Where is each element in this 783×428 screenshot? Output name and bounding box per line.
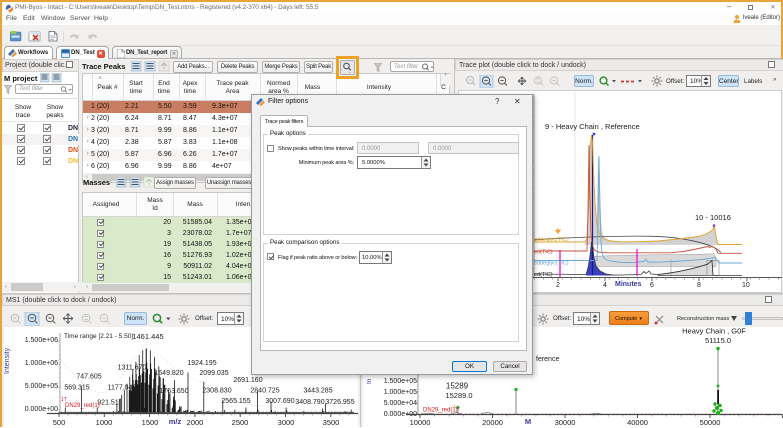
svg-text:3000: 3000 bbox=[278, 418, 295, 427]
svg-text:15289.0: 15289.0 bbox=[445, 391, 472, 400]
svg-text:ed(TIC): ed(TIC) bbox=[534, 250, 553, 256]
svg-text:51115.0: 51115.0 bbox=[705, 336, 731, 345]
svg-text:1T: 1T bbox=[61, 397, 67, 403]
svg-text:1177.045: 1177.045 bbox=[108, 385, 137, 392]
svg-text:8: 8 bbox=[697, 282, 701, 289]
svg-text:10 - 10016: 10 - 10016 bbox=[695, 213, 731, 222]
svg-text:eddeglyc(TIC): eddeglyc(TIC) bbox=[534, 261, 569, 267]
svg-text:50000: 50000 bbox=[700, 418, 721, 427]
svg-text:2: 2 bbox=[556, 282, 560, 289]
svg-text:6: 6 bbox=[650, 282, 654, 289]
svg-text:ed(TIC): ed(TIC) bbox=[534, 272, 553, 278]
svg-text:Minutes: Minutes bbox=[615, 281, 642, 288]
svg-text:3726.955: 3726.955 bbox=[325, 399, 354, 406]
svg-text:40000: 40000 bbox=[627, 418, 648, 427]
svg-text:9 - Heavy Chain , Reference: 9 - Heavy Chain , Reference bbox=[545, 122, 640, 131]
svg-text:10: 10 bbox=[742, 282, 750, 289]
svg-text:1461.445: 1461.445 bbox=[132, 332, 163, 341]
svg-text:2308.830: 2308.830 bbox=[202, 388, 231, 395]
svg-text:DN29_red(1): DN29_red(1) bbox=[423, 408, 458, 414]
svg-text:10000: 10000 bbox=[410, 418, 431, 427]
svg-text:20000: 20000 bbox=[482, 418, 503, 427]
svg-text:2840.725: 2840.725 bbox=[250, 388, 279, 395]
svg-text:m/z: m/z bbox=[169, 417, 182, 426]
svg-text:1763.650: 1763.650 bbox=[159, 388, 188, 395]
svg-text:1924.195: 1924.195 bbox=[187, 360, 216, 367]
svg-text:15289: 15289 bbox=[446, 382, 469, 391]
svg-text:3408.790: 3408.790 bbox=[295, 399, 324, 406]
svg-text:1500: 1500 bbox=[142, 418, 159, 427]
svg-text:2000: 2000 bbox=[187, 418, 204, 427]
svg-text:30000: 30000 bbox=[555, 418, 576, 427]
svg-text:2565.155: 2565.155 bbox=[221, 398, 250, 405]
svg-text:747.605: 747.605 bbox=[76, 374, 101, 381]
svg-text:2099.035: 2099.035 bbox=[199, 370, 228, 377]
svg-text:..: .. bbox=[349, 69, 352, 74]
svg-text:ference: ference bbox=[536, 356, 559, 363]
svg-text:1000: 1000 bbox=[96, 418, 113, 427]
svg-text:921.51: 921.51 bbox=[97, 400, 119, 407]
svg-text:2691.160: 2691.160 bbox=[233, 377, 262, 384]
svg-text:eddeglyc(TIC): eddeglyc(TIC) bbox=[534, 237, 569, 243]
svg-text:1311.670: 1311.670 bbox=[118, 365, 147, 372]
svg-text:Time range [2.21 - 5.50]: Time range [2.21 - 5.50] bbox=[64, 333, 133, 340]
svg-text:1649.820: 1649.820 bbox=[154, 370, 183, 377]
svg-text:Heavy Chain , G0F: Heavy Chain , G0F bbox=[682, 327, 746, 336]
svg-text:3500: 3500 bbox=[323, 418, 340, 427]
svg-text:3443.285: 3443.285 bbox=[303, 388, 332, 395]
svg-text:4: 4 bbox=[603, 282, 607, 289]
svg-text:500: 500 bbox=[53, 418, 66, 427]
svg-text:2500: 2500 bbox=[232, 418, 249, 427]
svg-text:3007.690: 3007.690 bbox=[265, 398, 294, 405]
svg-text:569.315: 569.315 bbox=[64, 385, 89, 392]
svg-text:DN29_red(1): DN29_red(1) bbox=[65, 403, 100, 409]
svg-text:M: M bbox=[525, 417, 531, 426]
